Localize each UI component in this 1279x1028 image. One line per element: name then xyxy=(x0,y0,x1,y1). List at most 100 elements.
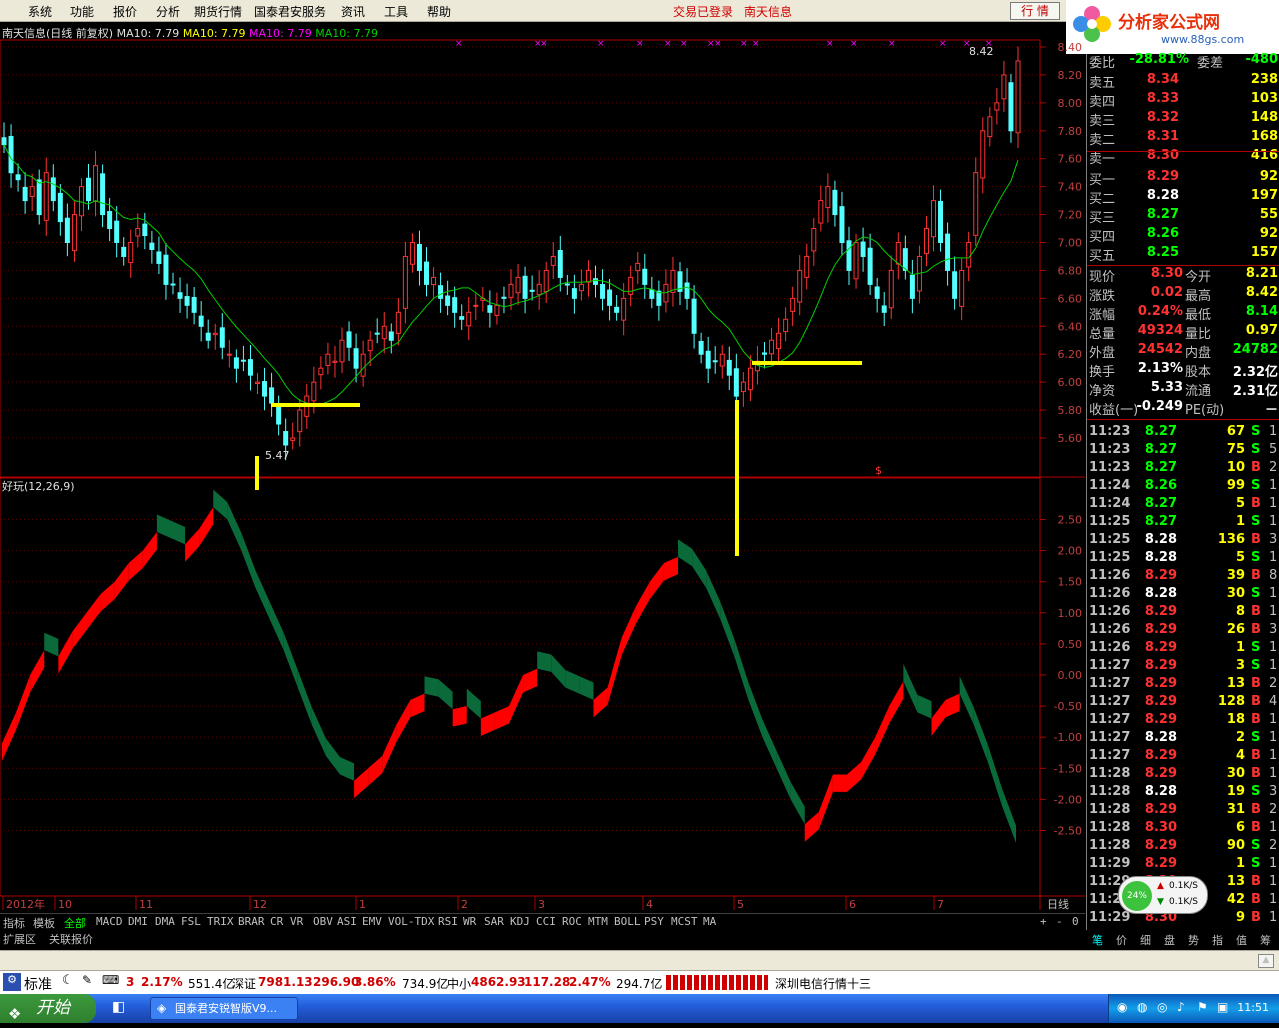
tab-boll[interactable]: BOLL xyxy=(614,915,641,928)
tab-control[interactable]: + xyxy=(1040,915,1047,928)
tab-cr[interactable]: CR xyxy=(270,915,283,928)
tray-icon-4[interactable]: ♪ xyxy=(1177,1000,1185,1014)
tab-vr[interactable]: VR xyxy=(290,915,303,928)
menu-system[interactable]: 系统 xyxy=(28,3,52,20)
tray-icon-2[interactable]: ◍ xyxy=(1137,1000,1147,1014)
index3-name[interactable]: 中小 xyxy=(447,975,471,992)
menu-help[interactable]: 帮助 xyxy=(427,3,451,20)
tab-wr[interactable]: WR xyxy=(463,915,476,928)
trade-status[interactable]: 交易已登录 xyxy=(673,3,733,20)
time-tick-label: 7 xyxy=(937,898,944,911)
trade-row: 11:28 8.30 6 B 1 xyxy=(1087,820,1279,838)
quicklaunch-icon[interactable]: ◧ xyxy=(112,999,125,1015)
stat-label-2: 内盘 xyxy=(1185,346,1212,361)
trade-count: 1 xyxy=(1269,748,1278,763)
net-speed-widget[interactable]: 24% ▲ 0.1K/S ▼ 0.1K/S xyxy=(1118,876,1208,914)
tab-dmi[interactable]: DMI xyxy=(128,915,148,928)
tray-icon-5[interactable]: ⚑ xyxy=(1197,1000,1208,1014)
trade-time: 11:26 xyxy=(1089,604,1131,619)
oscillator-band xyxy=(523,668,538,693)
tab-emv[interactable]: EMV xyxy=(362,915,382,928)
detail-tab[interactable]: 笔 xyxy=(1092,932,1103,948)
tab-全部[interactable]: 全部 xyxy=(64,915,86,931)
tab-指标[interactable]: 指标 xyxy=(3,915,25,931)
tab-obv[interactable]: OBV xyxy=(313,915,333,928)
menu-analysis[interactable]: 分析 xyxy=(156,3,180,20)
moon-icon[interactable]: ☾ xyxy=(62,973,74,988)
quote-ratio-label: 委比 xyxy=(1089,56,1116,71)
candle-body xyxy=(698,340,704,355)
event-marker-icon: × xyxy=(597,39,605,49)
tab-extension[interactable]: 扩展区 xyxy=(3,931,36,947)
tab-psy[interactable]: PSY xyxy=(644,915,664,928)
stat-value-2: 0.97 xyxy=(1245,323,1278,338)
trade-volume: 1 xyxy=(1235,514,1245,529)
trade-volume: 19 xyxy=(1226,784,1245,799)
tab-trix[interactable]: TRIX xyxy=(207,915,234,928)
detail-tab[interactable]: 势 xyxy=(1188,932,1199,948)
tab-模板[interactable]: 模板 xyxy=(33,915,55,931)
keyboard-icon[interactable]: ⌨ xyxy=(102,973,119,987)
menu-function[interactable]: 功能 xyxy=(70,3,94,20)
trade-volume: 30 xyxy=(1226,766,1245,781)
tab-sar[interactable]: SAR xyxy=(484,915,504,928)
tab-fsl[interactable]: FSL xyxy=(181,915,201,928)
taskbar-app-item[interactable]: ◈ 国泰君安锐智版V9... xyxy=(150,997,298,1020)
standard-mode[interactable]: 标准 xyxy=(24,974,52,994)
tray-icon-6[interactable]: ▣ xyxy=(1217,1000,1228,1014)
tab-kdj[interactable]: KDJ xyxy=(510,915,530,928)
trade-row: 11:25 8.27 1 S 1 xyxy=(1087,514,1279,532)
memo-icon[interactable]: ✎ xyxy=(82,973,92,987)
tab-vol-tdx[interactable]: VOL-TDX xyxy=(388,915,434,928)
trade-count: 2 xyxy=(1269,460,1278,475)
detail-tab[interactable]: 筹 xyxy=(1260,932,1271,948)
buy-level-volume: 55 xyxy=(1259,207,1278,222)
menu-futures[interactable]: 期货行情 xyxy=(194,3,242,20)
tab-rsi[interactable]: RSI xyxy=(438,915,458,928)
tab-dma[interactable]: DMA xyxy=(155,915,175,928)
quote-button[interactable]: 行 情 xyxy=(1010,2,1060,20)
price-tick-label: 8.40 xyxy=(1058,41,1083,54)
clock: 11:51 xyxy=(1237,1001,1269,1014)
tray-icon-3[interactable]: ◎ xyxy=(1157,1000,1167,1014)
trade-time: 11:28 xyxy=(1089,766,1131,781)
candle-body xyxy=(297,409,303,433)
detail-tab[interactable]: 价 xyxy=(1116,932,1127,948)
chart-stock-title: 南天信息(日线 前复权) xyxy=(2,27,114,40)
trade-time: 11:26 xyxy=(1089,640,1131,655)
menu-tools[interactable]: 工具 xyxy=(384,3,408,20)
tab-mcst[interactable]: MCST xyxy=(671,915,698,928)
trade-price: 8.29 xyxy=(1144,622,1177,637)
trade-price: 8.28 xyxy=(1144,784,1177,799)
menu-service[interactable]: 国泰君安服务 xyxy=(254,3,326,20)
tab-cci[interactable]: CCI xyxy=(536,915,556,928)
detail-tab[interactable]: 指 xyxy=(1212,932,1223,948)
tab-ma[interactable]: MA xyxy=(703,915,716,928)
menu-news[interactable]: 资讯 xyxy=(341,3,365,20)
tab-mtm[interactable]: MTM xyxy=(588,915,608,928)
kline-chart[interactable]: 8.40 8.20 8.00 7.80 7.60 7.40 7.20 7.00 6.80 6.60… xyxy=(0,22,1085,912)
tab-control[interactable]: 0 xyxy=(1072,915,1079,928)
tab-roc[interactable]: ROC xyxy=(562,915,582,928)
news-ticker[interactable]: 深圳电信行情十三 xyxy=(775,975,871,992)
menu-quote[interactable]: 报价 xyxy=(113,3,137,20)
tab-macd[interactable]: MACD xyxy=(96,915,123,928)
tab-brar[interactable]: BRAR xyxy=(238,915,265,928)
trade-time: 11:29 xyxy=(1089,910,1131,925)
tray-icon-1[interactable]: ◉ xyxy=(1117,1000,1127,1014)
tab-asi[interactable]: ASI xyxy=(337,915,357,928)
grid-icon[interactable]: ⚙ xyxy=(3,973,21,991)
trade-price: 8.29 xyxy=(1144,568,1177,583)
start-button[interactable]: ❖ 开始 xyxy=(0,994,96,1023)
scroll-arrow-icon[interactable]: ▲ xyxy=(1258,954,1274,968)
oscillator-band xyxy=(480,712,495,736)
detail-tab[interactable]: 值 xyxy=(1236,932,1247,948)
index2-name[interactable]: 深证 xyxy=(232,975,256,992)
detail-tab[interactable]: 盘 xyxy=(1164,932,1175,948)
tab-control[interactable]: - xyxy=(1056,915,1063,928)
tab-related-quote[interactable]: 关联报价 xyxy=(49,931,93,947)
trade-time: 11:27 xyxy=(1089,694,1131,709)
oscillator-band xyxy=(424,676,439,697)
candle-body xyxy=(867,247,873,285)
detail-tab[interactable]: 细 xyxy=(1140,932,1151,948)
